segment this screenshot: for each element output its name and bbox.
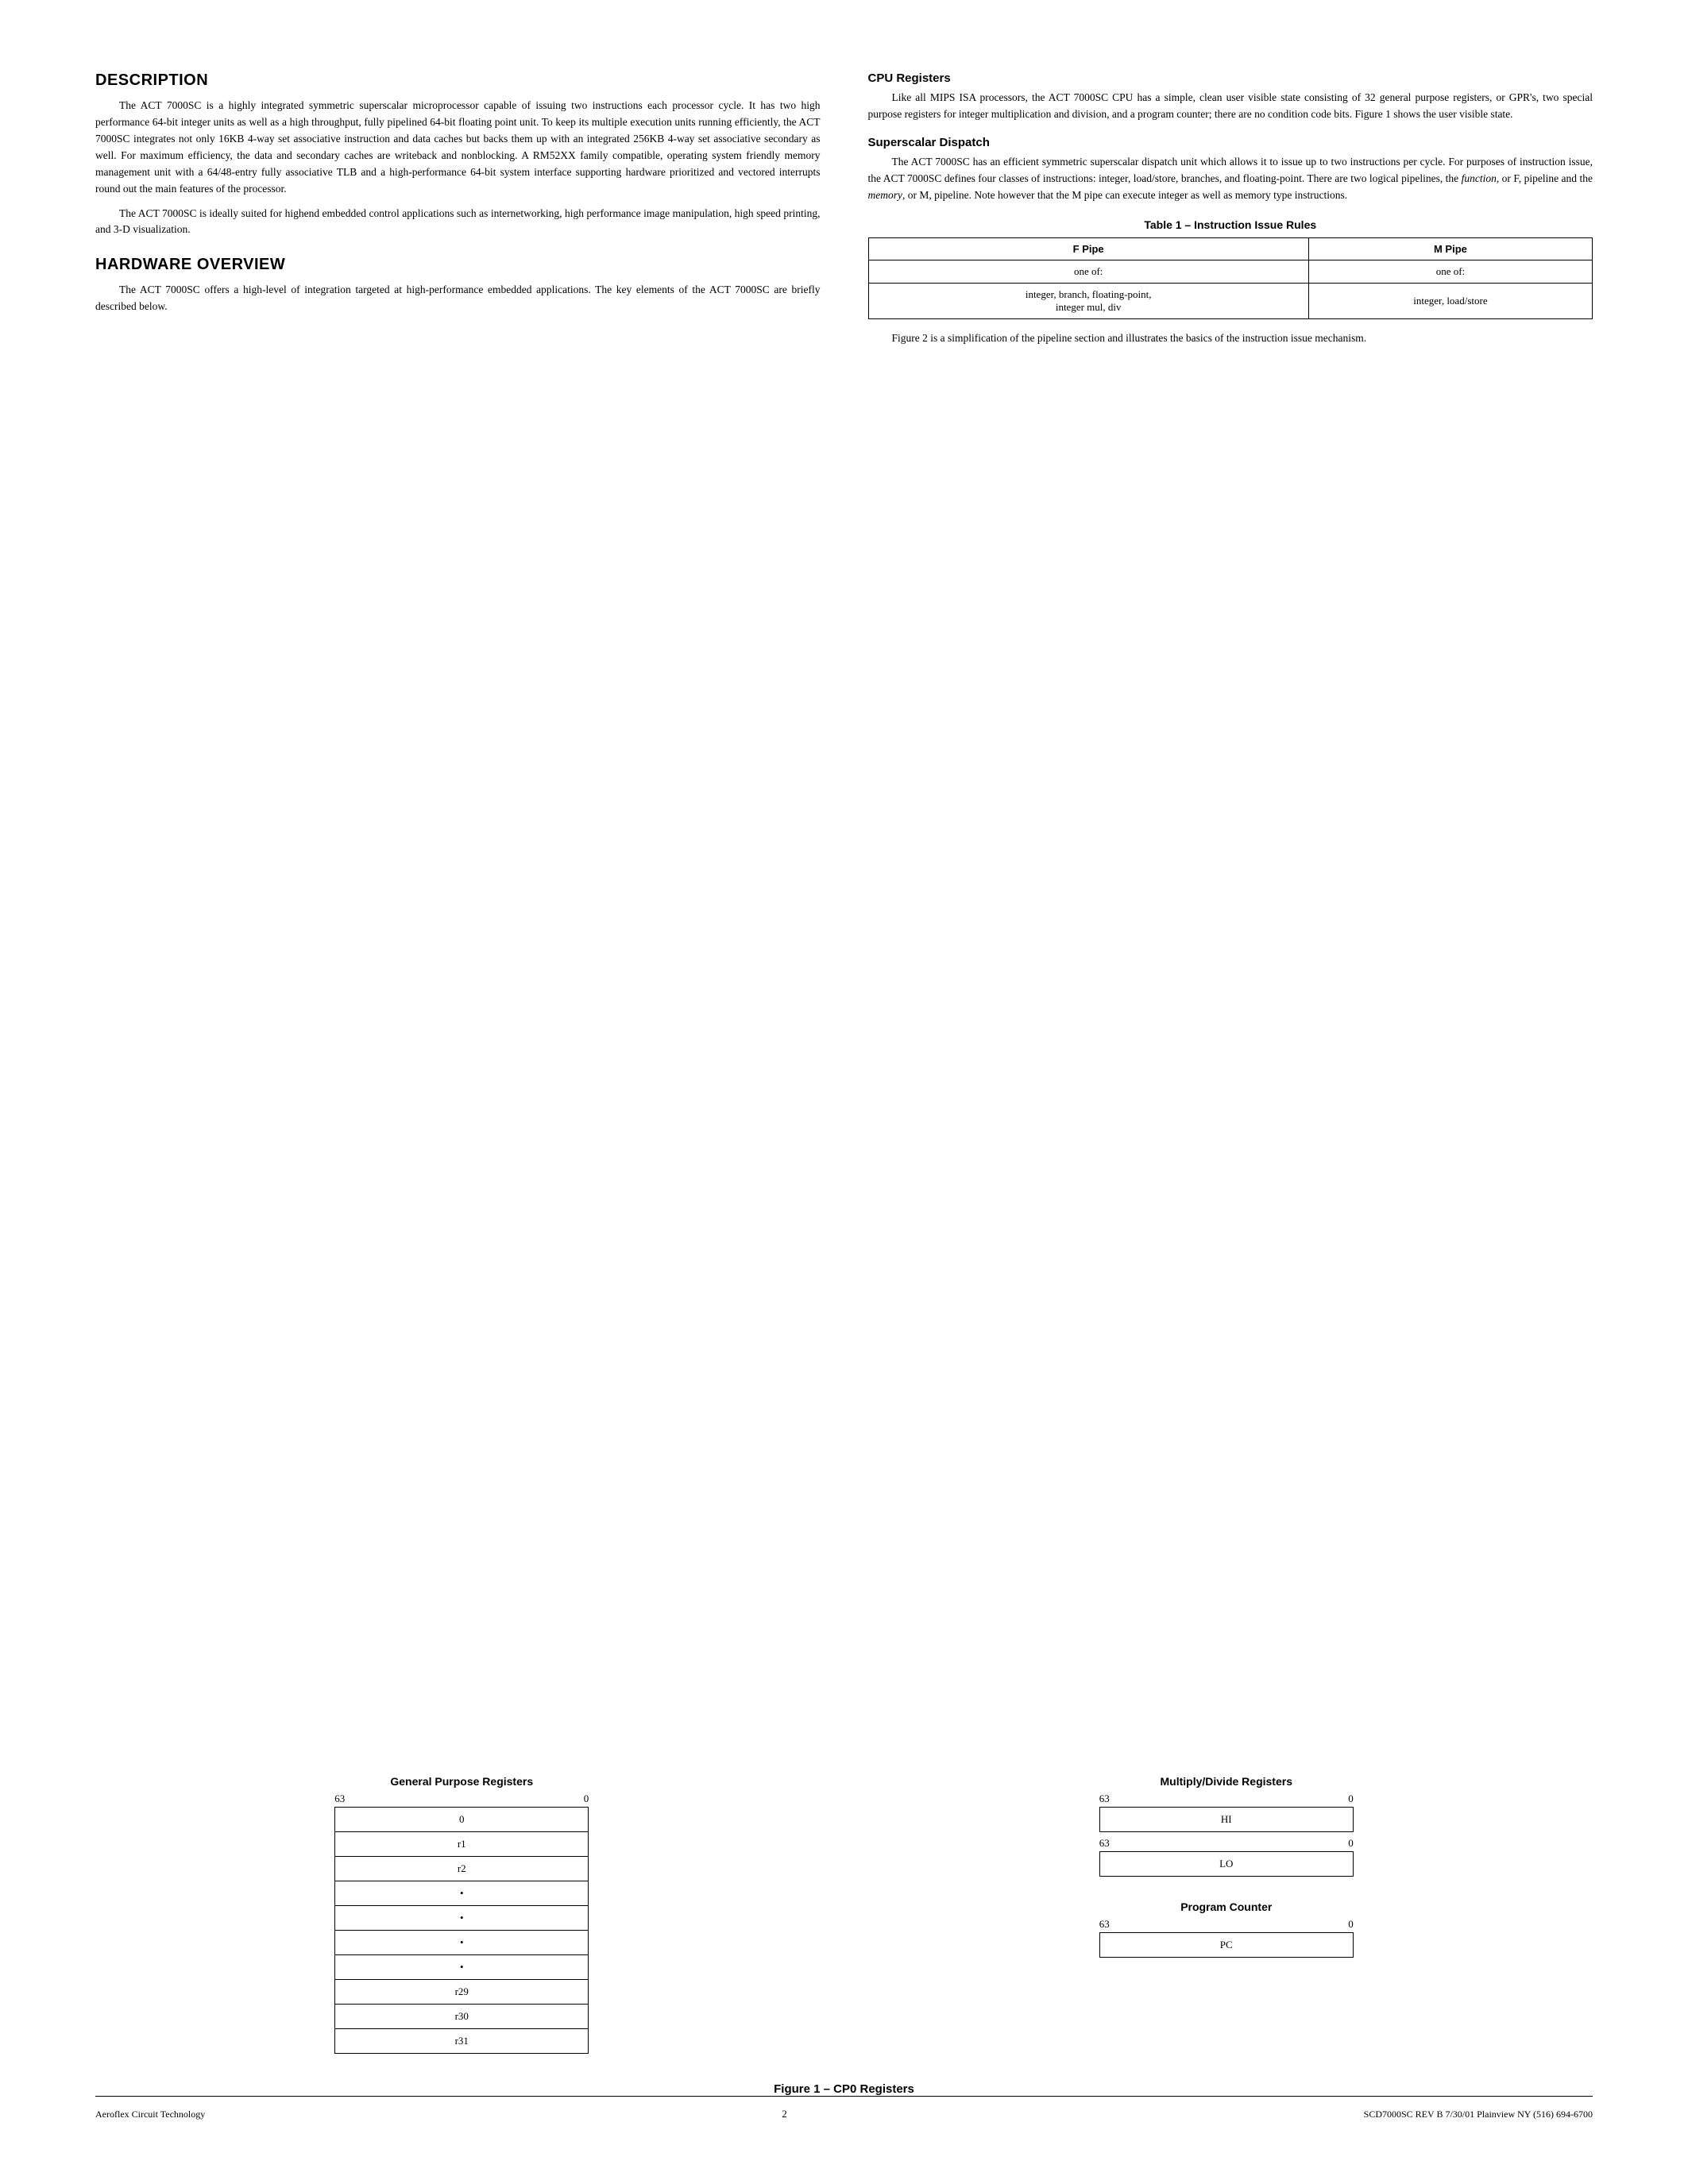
pc-bit-high: 63 (1099, 1918, 1110, 1931)
description-para-1: The ACT 7000SC is a highly integrated sy… (95, 98, 821, 198)
hardware-overview-para: The ACT 7000SC offers a high-level of in… (95, 282, 821, 315)
instruction-issue-table: F Pipe M Pipe one of: one of: integer, b… (868, 237, 1593, 319)
gpr-title: General Purpose Registers (390, 1775, 533, 1788)
footer: Aeroflex Circuit Technology 2 SCD7000SC … (95, 2096, 1593, 2120)
footer-right: SCD7000SC REV B 7/30/01 Plainview NY (51… (1364, 2109, 1593, 2120)
right-column: CPU Registers Like all MIPS ISA processo… (868, 71, 1593, 1743)
mdr-hi-box: HI (1099, 1807, 1354, 1832)
cpu-registers-para: Like all MIPS ISA processors, the ACT 70… (868, 90, 1593, 123)
gpr-reg-dot3: • (334, 1931, 589, 1955)
figure-note: Figure 2 is a simplification of the pipe… (868, 330, 1593, 347)
description-title: DESCRIPTION (95, 71, 821, 90)
table-cell-fpipe-types: integer, branch, floating-point,integer … (868, 283, 1308, 318)
hardware-overview-title: HARDWARE OVERVIEW (95, 256, 821, 274)
mdr-hi-bit-high: 63 (1099, 1792, 1110, 1805)
table-cell-mpipe-oneof: one of: (1308, 260, 1592, 283)
page: DESCRIPTION The ACT 7000SC is a highly i… (0, 0, 1688, 2184)
table-title: Table 1 – Instruction Issue Rules (868, 218, 1593, 231)
gpr-reg-dot4: • (334, 1955, 589, 1980)
pc-group: Program Counter 63 0 PC (860, 1900, 1593, 1958)
gpr-reg-r2: r2 (334, 1857, 589, 1881)
pc-bit-low: 0 (1348, 1918, 1354, 1931)
cpu-registers-title: CPU Registers (868, 71, 1593, 85)
figure-section: General Purpose Registers 63 0 0 r1 r2 •… (95, 1775, 1593, 2054)
gpr-reg-dot1: • (334, 1881, 589, 1906)
mdr-lo-bit-high: 63 (1099, 1837, 1110, 1850)
mdr-hi-bit-low: 0 (1348, 1792, 1354, 1805)
pc-title: Program Counter (1180, 1900, 1272, 1913)
gpr-bit-labels: 63 0 (334, 1792, 589, 1805)
table-row: one of: one of: (868, 260, 1593, 283)
table-row: integer, branch, floating-point,integer … (868, 283, 1593, 318)
right-diagrams: Multiply/Divide Registers 63 0 HI 63 0 L… (860, 1775, 1593, 1958)
mdr-lo-bit-labels: 63 0 (1099, 1837, 1354, 1850)
pc-box: PC (1099, 1932, 1354, 1958)
pc-bit-labels: 63 0 (1099, 1918, 1354, 1931)
gpr-reg-r29: r29 (334, 1980, 589, 2005)
gpr-reg-0: 0 (334, 1807, 589, 1832)
mdr-hi-bit-labels: 63 0 (1099, 1792, 1354, 1805)
gpr-reg-r1: r1 (334, 1832, 589, 1857)
superscalar-dispatch-title: Superscalar Dispatch (868, 136, 1593, 149)
mdr-title: Multiply/Divide Registers (1161, 1775, 1292, 1788)
footer-left: Aeroflex Circuit Technology (95, 2109, 205, 2120)
table-cell-mpipe-types: integer, load/store (1308, 283, 1592, 318)
mdr-lo-bit-low: 0 (1348, 1837, 1354, 1850)
gpr-diagram: General Purpose Registers 63 0 0 r1 r2 •… (95, 1775, 829, 2054)
footer-center-page-number: 2 (782, 2108, 787, 2120)
table-header-fpipe: F Pipe (868, 237, 1308, 260)
gpr-reg-r31: r31 (334, 2029, 589, 2054)
superscalar-dispatch-para: The ACT 7000SC has an efficient symmetri… (868, 154, 1593, 204)
mdr-lo-box: LO (1099, 1851, 1354, 1877)
description-para-2: The ACT 7000SC is ideally suited for hig… (95, 206, 821, 239)
gpr-reg-dot2: • (334, 1906, 589, 1931)
mdr-group: Multiply/Divide Registers 63 0 HI 63 0 L… (860, 1775, 1593, 1877)
table-header-mpipe: M Pipe (1308, 237, 1592, 260)
table-cell-fpipe-oneof: one of: (868, 260, 1308, 283)
left-column: DESCRIPTION The ACT 7000SC is a highly i… (95, 71, 821, 1743)
gpr-bit-low: 0 (584, 1792, 589, 1805)
gpr-bit-high: 63 (334, 1792, 345, 1805)
figure-caption: Figure 1 – CP0 Registers (95, 2082, 1593, 2096)
gpr-reg-r30: r30 (334, 2005, 589, 2029)
main-content: DESCRIPTION The ACT 7000SC is a highly i… (95, 71, 1593, 1743)
